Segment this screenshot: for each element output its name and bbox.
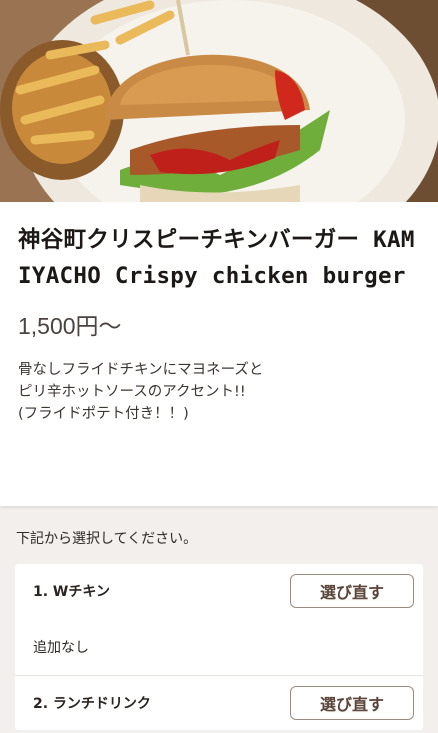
option-row-lunch-drink: 2. ランチドリンク 選び直す	[15, 676, 423, 730]
product-price: 1,500円～	[18, 313, 122, 339]
product-title: 神谷町クリスピーチキンバーガー KAMIYACHO Crispy chicken…	[18, 227, 415, 289]
reselect-button[interactable]: 選び直す	[290, 574, 414, 608]
options-instruction: 下記から選択してください。	[16, 531, 198, 547]
option-row-w-chicken: 1. Wチキン 選び直す	[15, 564, 423, 618]
option-label: 1. Wチキン	[33, 584, 110, 600]
product-info: 神谷町クリスピーチキンバーガー KAMIYACHO Crispy chicken…	[0, 202, 438, 506]
option-list: 1. Wチキン 選び直す 追加なし 2. ランチドリンク 選び直す	[15, 564, 423, 730]
reselect-button[interactable]: 選び直す	[290, 686, 414, 720]
product-description: 骨なしフライドチキンにマヨネーズと ピリ辛ホットソースのアクセント!! (フライ…	[18, 362, 264, 422]
option-selected-value: 追加なし	[15, 618, 423, 676]
product-photo	[0, 0, 438, 202]
option-label: 2. ランチドリンク	[33, 696, 151, 712]
